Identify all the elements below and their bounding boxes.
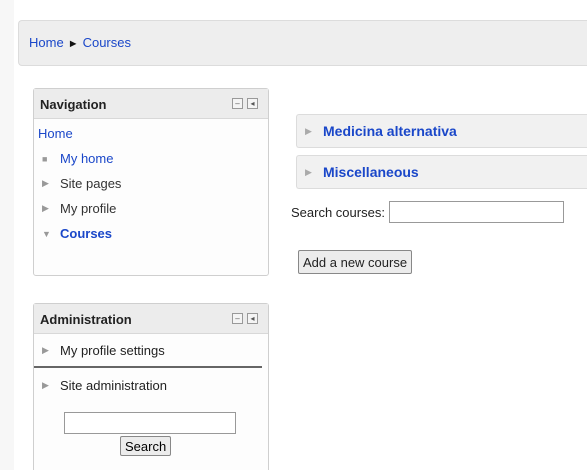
breadcrumb-separator: ► <box>67 38 79 50</box>
course-search-label: Search courses: <box>291 204 385 220</box>
category-link[interactable]: Medicina alternativa <box>323 123 457 139</box>
nav-site-pages-label: Site pages <box>60 176 122 191</box>
triangle-right-icon: ▶ <box>42 379 49 390</box>
nav-item-home[interactable]: Home <box>38 121 268 146</box>
nav-my-home-link[interactable]: My home <box>60 151 113 166</box>
category-link[interactable]: Miscellaneous <box>323 164 419 180</box>
nav-item-my-home[interactable]: ■ My home <box>38 146 268 171</box>
nav-item-my-profile[interactable]: ▶ My profile <box>38 196 268 221</box>
category-medicina-alternativa[interactable]: ▶ Medicina alternativa <box>296 114 587 148</box>
category-miscellaneous[interactable]: ▶ Miscellaneous <box>296 155 587 189</box>
triangle-down-icon: ▼ <box>42 228 51 239</box>
admin-item-profile-settings[interactable]: ▶ My profile settings <box>34 334 262 368</box>
admin-search-button[interactable]: Search <box>120 436 172 456</box>
triangle-right-icon: ▶ <box>305 125 312 136</box>
admin-search-form: Search <box>34 402 268 460</box>
nav-my-profile-label: My profile <box>60 201 117 216</box>
dock-icon[interactable]: ◂ <box>247 313 258 324</box>
administration-block-header: Administration – ◂ <box>34 304 268 334</box>
course-search-form: Search courses: <box>291 201 564 223</box>
administration-block-controls: – ◂ <box>232 313 258 324</box>
administration-block: Administration – ◂ ▶ My profile settings… <box>33 303 269 470</box>
navigation-block-title: Navigation <box>40 97 107 112</box>
triangle-right-icon: ▶ <box>305 166 312 177</box>
navigation-list: Home ■ My home ▶ Site pages ▶ My profile… <box>34 119 268 252</box>
admin-item-site-administration[interactable]: ▶ Site administration <box>34 368 268 402</box>
nav-item-site-pages[interactable]: ▶ Site pages <box>38 171 268 196</box>
administration-block-title: Administration <box>40 312 132 327</box>
breadcrumb-home-link[interactable]: Home <box>29 35 64 50</box>
admin-site-administration-label: Site administration <box>60 377 167 393</box>
nav-home-link[interactable]: Home <box>38 126 73 141</box>
breadcrumb: Home ► Courses <box>18 20 587 66</box>
nav-courses-link[interactable]: Courses <box>60 226 112 241</box>
breadcrumb-courses-link[interactable]: Courses <box>83 35 131 50</box>
admin-profile-settings-label: My profile settings <box>60 342 165 358</box>
navigation-block: Navigation – ◂ Home ■ My home ▶ Site pag… <box>33 88 269 276</box>
triangle-right-icon: ▶ <box>42 178 49 188</box>
triangle-right-icon: ▶ <box>42 203 49 213</box>
navigation-block-controls: – ◂ <box>232 98 258 109</box>
nav-item-courses[interactable]: ▼ Courses <box>38 221 268 246</box>
admin-search-input[interactable] <box>64 412 236 434</box>
collapse-icon[interactable]: – <box>232 98 243 109</box>
dock-icon[interactable]: ◂ <box>247 98 258 109</box>
navigation-block-header: Navigation – ◂ <box>34 89 268 119</box>
bullet-icon: ■ <box>42 153 48 164</box>
collapse-icon[interactable]: – <box>232 313 243 324</box>
add-course-button[interactable]: Add a new course <box>298 250 413 274</box>
triangle-right-icon: ▶ <box>42 344 49 355</box>
course-search-input[interactable] <box>388 201 564 223</box>
